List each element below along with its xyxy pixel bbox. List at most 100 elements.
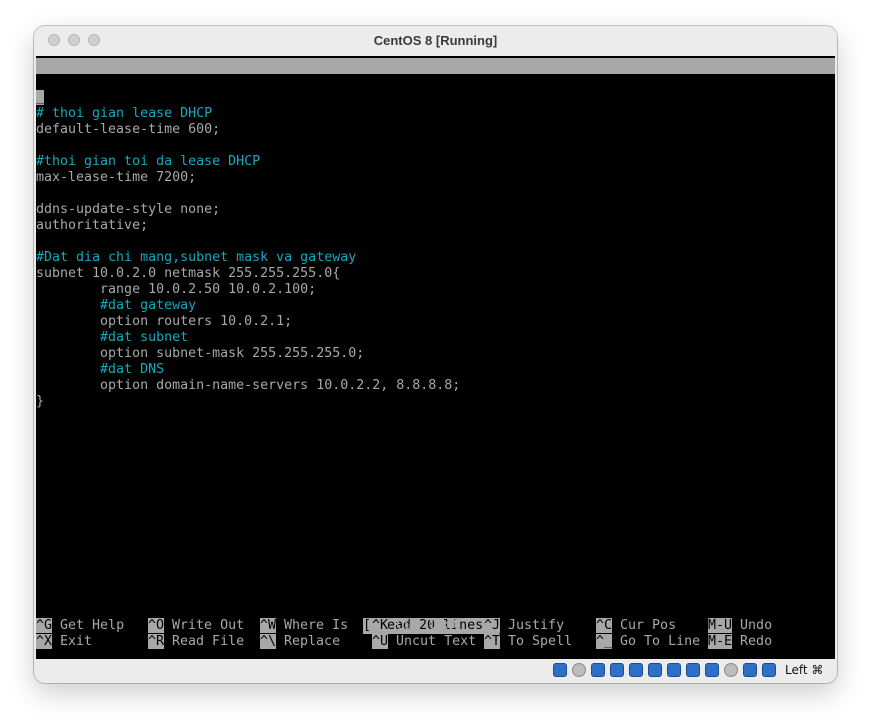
shortcut-item: ^R Read File — [148, 634, 244, 650]
editor-line[interactable]: option domain-name-servers 10.0.2.2, 8.8… — [36, 378, 835, 394]
title-bar[interactable]: CentOS 8 [Running] — [34, 26, 837, 54]
editor-line[interactable] — [36, 186, 835, 202]
shortcut-label: Replace — [284, 634, 341, 649]
shortcut-key: ^G — [36, 618, 53, 633]
shared-folder-icon[interactable] — [610, 663, 624, 677]
nano-version: GNU nano 2.9.8 — [52, 74, 165, 89]
shortcut-key: ^R — [148, 634, 165, 649]
editor-line[interactable] — [36, 138, 835, 154]
virtualbox-window: CentOS 8 [Running] GNU nano 2.9.8 /etc/d… — [34, 26, 837, 683]
editor-line[interactable]: max-lease-time 7200; — [36, 170, 835, 186]
recording-icon[interactable] — [686, 663, 700, 677]
shortcut-label: Cut Text — [396, 618, 461, 633]
editor-line[interactable]: # thoi gian lease DHCP — [36, 106, 835, 122]
editor-line-text: range 10.0.2.50 10.0.2.100; — [36, 282, 317, 297]
mouse-integration-icon[interactable] — [743, 663, 757, 677]
shortcut-item: ^T To Spell — [484, 634, 572, 650]
shortcut-label: Undo — [740, 618, 773, 633]
shortcut-item: ^\ Replace — [260, 634, 340, 650]
editor-line-text: #dat gateway — [36, 298, 197, 313]
editor-line[interactable]: range 10.0.2.50 10.0.2.100; — [36, 282, 835, 298]
shortcut-label: Get Help — [60, 618, 125, 633]
usb-icon[interactable] — [591, 663, 605, 677]
device-icons — [553, 663, 776, 677]
window-controls — [48, 34, 100, 46]
shortcut-item: ^G Get Help — [36, 618, 124, 634]
shortcut-item: ^K Cut Text — [372, 618, 460, 634]
editor-line[interactable] — [36, 234, 835, 250]
shortcut-key: ^X — [36, 634, 53, 649]
network-icon[interactable] — [629, 663, 643, 677]
editor-line-text: #dat DNS — [36, 362, 165, 377]
shortcut-key: ^J — [484, 618, 501, 633]
minimize-button[interactable] — [68, 34, 80, 46]
shortcut-item: M-U Undo — [708, 618, 772, 634]
editor-line[interactable]: _ — [36, 90, 835, 106]
editor-line-text: #thoi gian toi da lease DHCP — [36, 154, 261, 169]
shortcut-key: ^W — [260, 618, 277, 633]
editor-line-text: option subnet-mask 255.255.255.0; — [36, 346, 365, 361]
shortcut-item: ^C Cur Pos — [596, 618, 676, 634]
shortcut-key: ^T — [484, 634, 501, 649]
shortcut-item: ^X Exit — [36, 634, 92, 650]
text-cursor: _ — [36, 90, 45, 105]
download-icon[interactable] — [762, 663, 776, 677]
hard-disk-icon[interactable] — [553, 663, 567, 677]
editor-line-text: #dat subnet — [36, 330, 189, 345]
shortcut-label: Justify — [508, 618, 565, 633]
close-button[interactable] — [48, 34, 60, 46]
editor-line[interactable]: #thoi gian toi da lease DHCP — [36, 154, 835, 170]
editor-line[interactable]: } — [36, 394, 835, 410]
shortcut-label: Go To Line — [620, 634, 701, 649]
display-icon[interactable] — [648, 663, 662, 677]
shortcut-item: ^W Where Is — [260, 618, 348, 634]
shortcut-key: M-U — [708, 618, 733, 633]
shortcut-key: M-E — [708, 634, 733, 649]
editor-line[interactable]: #Dat dia chi mang,subnet mask va gateway — [36, 250, 835, 266]
shortcut-key: ^C — [596, 618, 613, 633]
editor-line[interactable]: default-lease-time 600; — [36, 122, 835, 138]
shortcut-item: ^J Justify — [484, 618, 564, 634]
shortcut-item: M-E Redo — [708, 634, 772, 650]
vm-screen[interactable]: GNU nano 2.9.8 /etc/dhcp/dhcpd.conf _ # t… — [36, 56, 835, 659]
editor-line[interactable]: option subnet-mask 255.255.255.0; — [36, 346, 835, 362]
shortcut-label: Write Out — [172, 618, 245, 633]
editor-line-text: } — [36, 394, 45, 409]
zoom-button[interactable] — [88, 34, 100, 46]
editor-line[interactable]: subnet 10.0.2.0 netmask 255.255.255.0{ — [36, 266, 835, 282]
shortcut-item: ^_ Go To Line — [596, 634, 700, 650]
shortcut-item: ^O Write Out — [148, 618, 244, 634]
editor-line-text: option domain-name-servers 10.0.2.2, 8.8… — [36, 378, 461, 393]
editor-line[interactable]: #dat DNS — [36, 362, 835, 378]
host-key-label[interactable]: Left ⌘ — [785, 663, 823, 677]
editor-line[interactable]: #dat subnet — [36, 330, 835, 346]
editor-line-text: ddns-update-style none; — [36, 202, 221, 217]
editor-line-text: #Dat dia chi mang,subnet mask va gateway — [36, 250, 357, 265]
shortcut-label: Exit — [60, 634, 93, 649]
shortcut-key: ^K — [372, 618, 389, 633]
shortcut-label: To Spell — [508, 634, 573, 649]
editor-line[interactable]: authoritative; — [36, 218, 835, 234]
editor-line-text: default-lease-time 600; — [36, 122, 221, 137]
editor-line-text: # thoi gian lease DHCP — [36, 106, 213, 121]
vm-status-bar: Left ⌘ — [34, 659, 837, 683]
shortcut-label: Uncut Text — [396, 634, 477, 649]
shortcut-label: Read File — [172, 634, 245, 649]
cpu-icon[interactable] — [724, 663, 738, 677]
shortcut-row-2: ^X Exit ^R Read File ^\ Replace ^U Uncut Te… — [36, 634, 835, 650]
editor-line-text: option routers 10.0.2.1; — [36, 314, 293, 329]
audio-icon[interactable] — [705, 663, 719, 677]
editor-line[interactable]: ddns-update-style none; — [36, 202, 835, 218]
shortcut-key: ^\ — [260, 634, 277, 649]
optical-disk-icon[interactable] — [572, 663, 586, 677]
shortcut-label: Cur Pos — [620, 618, 677, 633]
shortcut-key: ^O — [148, 618, 165, 633]
nano-header: GNU nano 2.9.8 /etc/dhcp/dhcpd.conf — [36, 58, 835, 105]
video-capture-icon[interactable] — [667, 663, 681, 677]
editor-line[interactable]: #dat gateway — [36, 298, 835, 314]
editor-line-text: authoritative; — [36, 218, 149, 233]
shortcut-key: ^_ — [596, 634, 613, 649]
editor-line[interactable]: option routers 10.0.2.1; — [36, 314, 835, 330]
shortcut-key: ^U — [372, 634, 389, 649]
shortcut-label: Where Is — [284, 618, 349, 633]
